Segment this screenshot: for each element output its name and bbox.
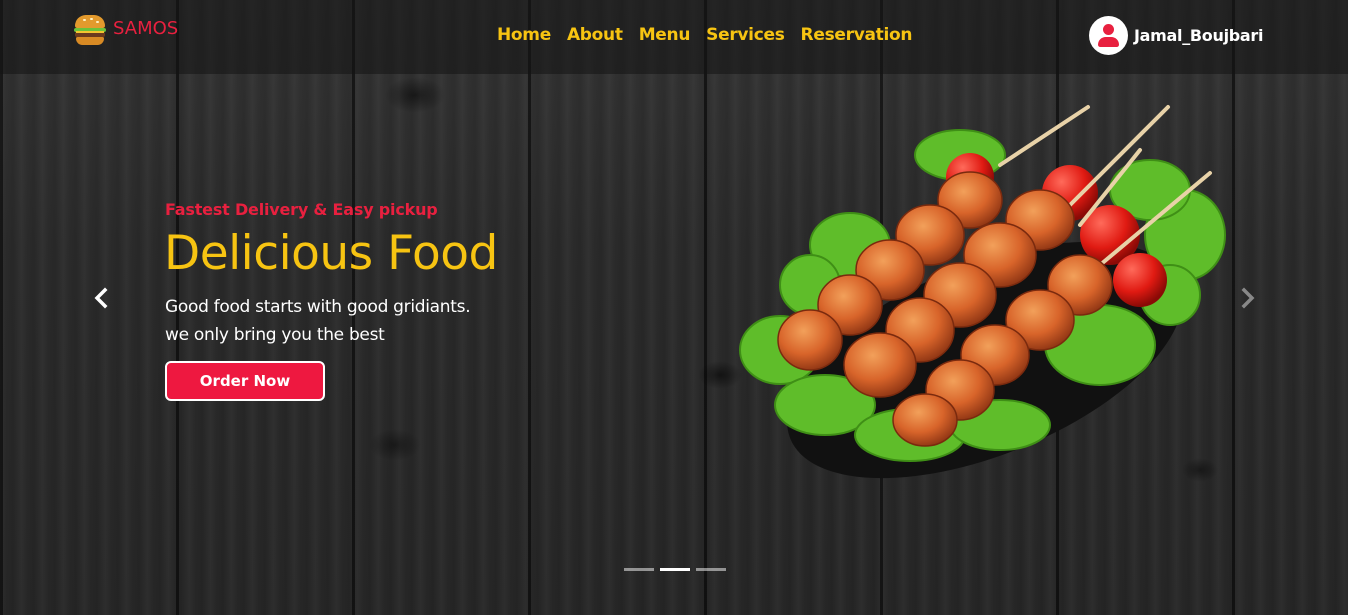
burger-icon — [73, 13, 107, 47]
nav-home[interactable]: Home — [497, 25, 551, 45]
chevron-right-icon — [1241, 287, 1255, 309]
main-nav: Home About Menu Services Reservation — [497, 25, 913, 45]
user-avatar-icon — [1089, 16, 1128, 55]
carousel-indicators — [624, 568, 726, 571]
nav-about[interactable]: About — [567, 25, 623, 45]
carousel-next-button[interactable] — [1238, 286, 1258, 310]
user-profile[interactable]: Jamal_Boujbari — [1089, 16, 1264, 55]
order-now-button[interactable]: Order Now — [165, 361, 325, 401]
nav-menu[interactable]: Menu — [639, 25, 691, 45]
nav-services[interactable]: Services — [706, 25, 785, 45]
nav-reservation[interactable]: Reservation — [801, 25, 913, 45]
username: Jamal_Boujbari — [1134, 26, 1264, 45]
chevron-left-icon — [94, 287, 108, 309]
brand-logo[interactable]: SAMOS — [73, 12, 178, 48]
kebab-skewers-plate-image — [739, 105, 1226, 479]
hero-description-line-1: Good food starts with good gridiants. — [165, 297, 471, 317]
hero-description: Good food starts with good gridiants. we… — [165, 293, 471, 349]
carousel-prev-button[interactable] — [91, 286, 111, 310]
navbar: SAMOS Home About Menu Services Reservati… — [0, 0, 1348, 74]
carousel-indicator-3[interactable] — [696, 568, 726, 571]
brand-name: SAMOS — [113, 17, 179, 39]
carousel-indicator-1[interactable] — [624, 568, 654, 571]
carousel-indicator-2[interactable] — [660, 568, 690, 571]
hero-headline: Delicious Food — [164, 226, 498, 281]
hero-subtitle: Fastest Delivery & Easy pickup — [165, 200, 438, 219]
hero-description-line-2: we only bring you the best — [165, 325, 385, 345]
